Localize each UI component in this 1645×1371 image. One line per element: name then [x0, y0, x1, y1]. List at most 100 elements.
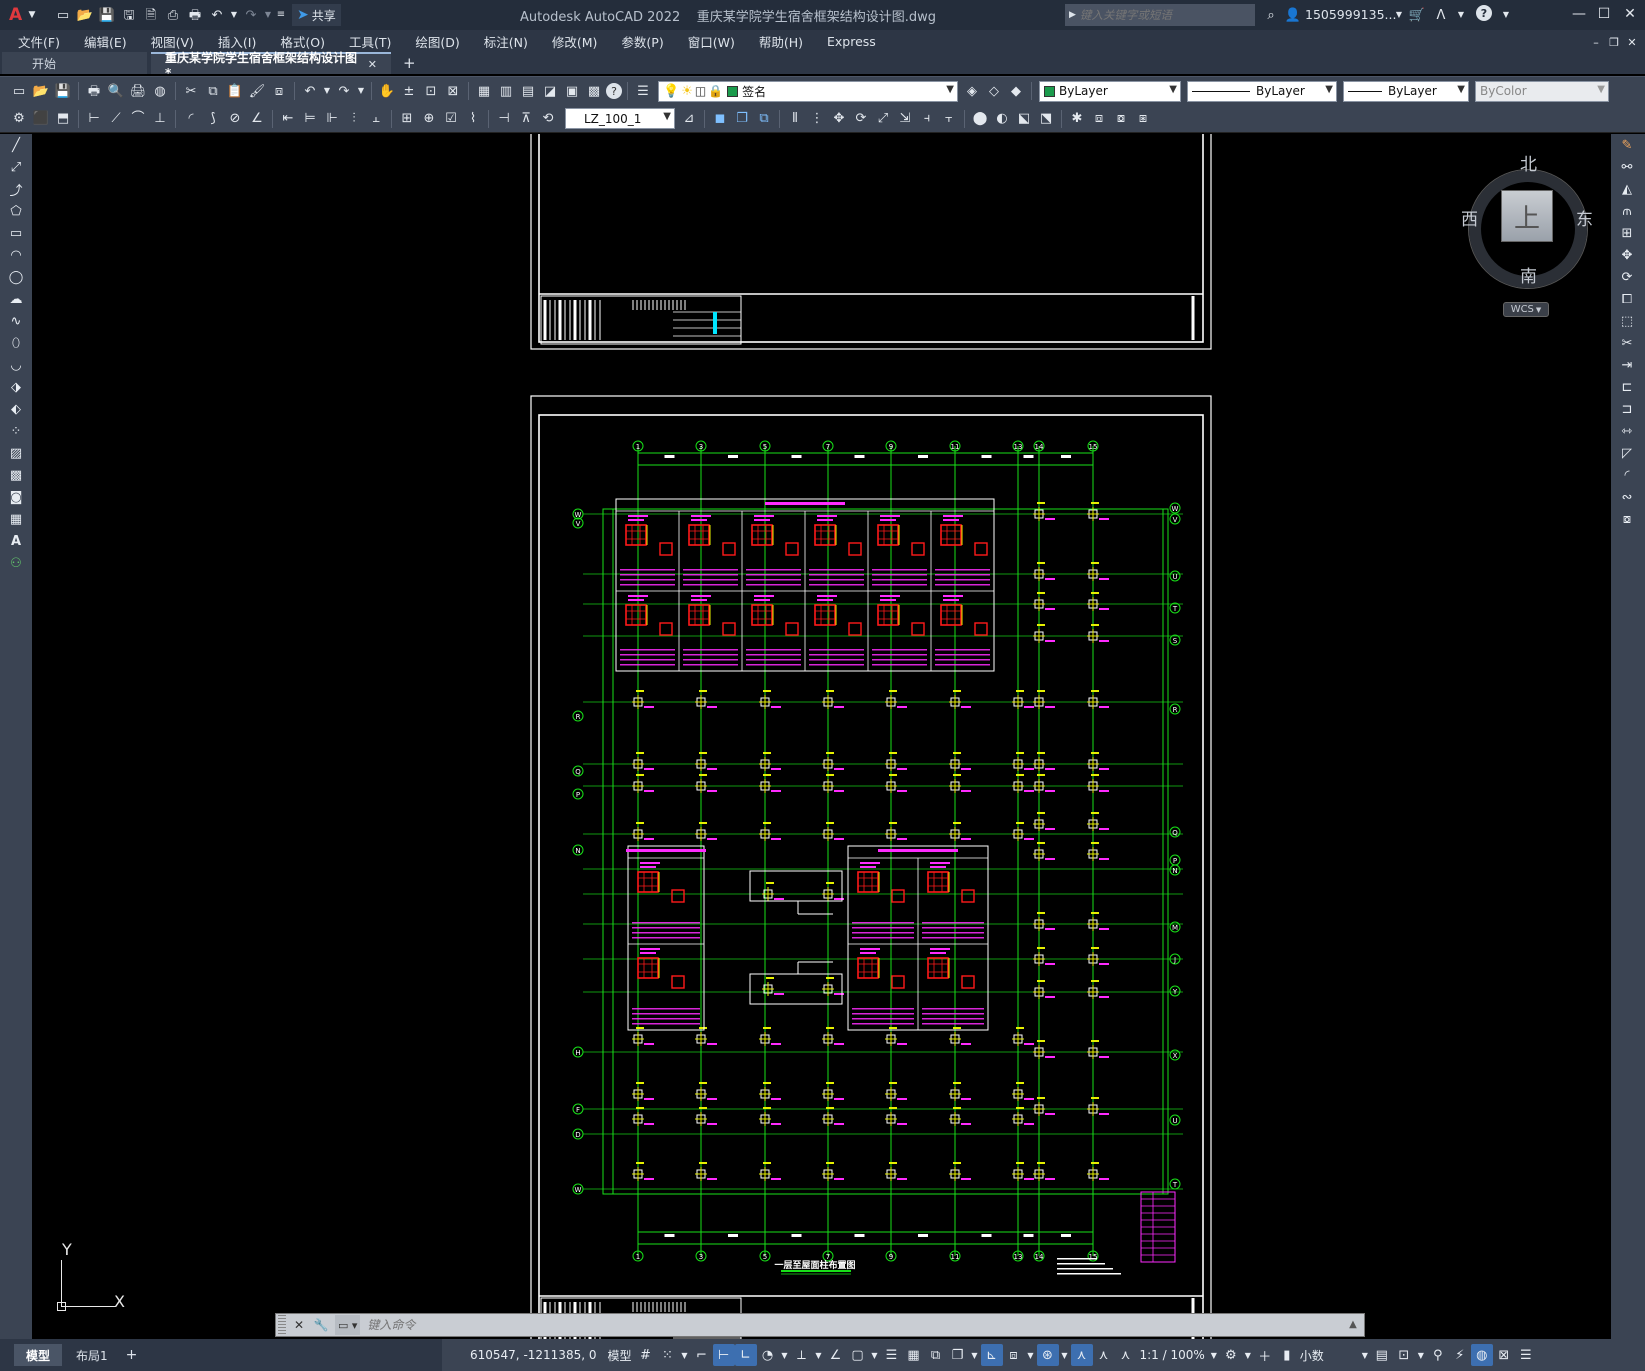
tool-palettes-icon[interactable]: ▤	[518, 81, 538, 101]
polar-icon[interactable]: ◔	[757, 1344, 779, 1366]
modify-chamfer-icon[interactable]: ⬕	[1014, 109, 1034, 129]
workspace-dropdown-icon[interactable]: ▼	[1242, 1344, 1254, 1366]
block-icon[interactable]: ⬛	[31, 109, 51, 129]
jogged-linear-icon[interactable]: ⌇	[463, 109, 483, 129]
customization-icon[interactable]: ⊠	[1493, 1344, 1515, 1366]
redo-dropdown-icon[interactable]: ▼	[263, 5, 273, 25]
modify-array-icon[interactable]: ⋮	[807, 109, 827, 129]
inspection-icon[interactable]: ☑	[441, 109, 461, 129]
group-icon[interactable]: ⧇	[1111, 109, 1131, 129]
array-icon[interactable]: ⊞	[1611, 222, 1643, 244]
blend-curves-icon[interactable]: ∾	[1611, 486, 1643, 508]
center-mark-icon[interactable]: ⊕	[419, 109, 439, 129]
zoom-previous-icon[interactable]: ⊠	[443, 81, 463, 101]
layout-tab-model[interactable]: 模型	[14, 1344, 63, 1366]
revision-cloud-icon[interactable]: ☁	[0, 288, 32, 310]
grid-icon[interactable]: #	[635, 1344, 657, 1366]
help-dropdown-icon[interactable]: ▼	[1496, 5, 1516, 25]
point-icon[interactable]: ⁘	[0, 420, 32, 442]
zoom-realtime-icon[interactable]: ±	[399, 81, 419, 101]
dim-space-icon[interactable]: ⫶	[344, 109, 364, 129]
add-selected-icon[interactable]: ⚇	[0, 552, 32, 574]
clean-screen-icon[interactable]: ◍	[1470, 1344, 1493, 1366]
rectangle-icon[interactable]: ▭	[0, 222, 32, 244]
erase-icon[interactable]: ✎	[1611, 134, 1643, 156]
cmd-customize-icon[interactable]: 🔧	[311, 1315, 331, 1335]
ungroup-icon[interactable]: ⧆	[1133, 109, 1153, 129]
dimstyle-manager-icon[interactable]: ⊿	[679, 109, 699, 129]
menu-window[interactable]: 窗口(W)	[676, 32, 747, 51]
plot-icon[interactable]: 🖶	[185, 5, 205, 25]
cmd-recent-dropdown[interactable]: ▭ ▾	[335, 1315, 361, 1335]
ellipse-arc-icon[interactable]: ◡	[0, 354, 32, 376]
spline-icon[interactable]: ∿	[0, 310, 32, 332]
dim-baseline-icon[interactable]: ⊨	[300, 109, 320, 129]
cmd-grip-icon[interactable]	[278, 1315, 286, 1335]
modify-fillet-icon[interactable]: ⬔	[1036, 109, 1056, 129]
copy-icon[interactable]: ⧉	[203, 81, 223, 101]
menu-help[interactable]: 帮助(H)	[747, 32, 815, 51]
coordinates-readout[interactable]: 610547, -1211385, 0	[470, 1348, 596, 1362]
tab-close-icon[interactable]: ✕	[368, 58, 377, 71]
qnew-icon[interactable]: ▭	[9, 81, 29, 101]
construction-line-icon[interactable]: ⤢	[0, 156, 32, 178]
a360-dropdown-icon[interactable]: ▼	[1451, 5, 1471, 25]
modify-rotate-icon[interactable]: ⟳	[851, 109, 871, 129]
modify-scale-icon[interactable]: ⤢	[873, 109, 893, 129]
rotate-icon[interactable]: ⟳	[1611, 266, 1643, 288]
viewcube[interactable]: 北 南 西 东 上 WCS ▼	[1461, 150, 1593, 320]
dim-radius-icon[interactable]: ◜	[181, 109, 201, 129]
viewcube-east[interactable]: 东	[1576, 205, 1593, 230]
insert-block-icon-2[interactable]: ⬗	[0, 376, 32, 398]
arc-icon[interactable]: ◠	[0, 244, 32, 266]
selection-filter-icon[interactable]: ⧈	[1003, 1344, 1025, 1366]
layer-dropdown[interactable]: 💡 ☀ ◫ 🔒 签名 ▼	[658, 80, 958, 102]
markup-icon[interactable]: ▣	[562, 81, 582, 101]
gizmo-dropdown-icon[interactable]: ▼	[1059, 1344, 1071, 1366]
lock-ui-icon[interactable]: ⊡	[1393, 1344, 1415, 1366]
join-icon[interactable]: ⇿	[1611, 420, 1643, 442]
undo-icon[interactable]: ↶	[207, 5, 227, 25]
layout-tab-add-icon[interactable]: +	[126, 1347, 138, 1363]
doc-close-icon[interactable]: ✕	[1622, 32, 1642, 52]
dim-update-icon[interactable]: ⟲	[538, 109, 558, 129]
open-icon[interactable]: 📂	[31, 81, 51, 101]
quickcalc-icon[interactable]: ▩	[584, 81, 604, 101]
menu-express[interactable]: Express	[815, 34, 888, 49]
wcs-menu[interactable]: WCS ▼	[1503, 302, 1549, 317]
autodesk-a360-icon[interactable]: Ʌ	[1431, 5, 1451, 25]
modify-break-icon[interactable]: ⬤	[970, 109, 990, 129]
units-icon[interactable]: ▮	[1276, 1344, 1298, 1366]
redo-icon[interactable]: ↷	[241, 5, 261, 25]
dim-linear-icon[interactable]: ⊢	[84, 109, 104, 129]
menu-dimension[interactable]: 标注(N)	[472, 32, 540, 51]
modify-copy-icon[interactable]: ❐	[732, 109, 752, 129]
isodraft-icon[interactable]: ⟂	[791, 1344, 813, 1366]
color-dropdown[interactable]: ByLayer ▼	[1039, 80, 1181, 102]
layer-states-icon[interactable]: ◆	[1006, 81, 1026, 101]
command-line[interactable]: ✕ 🔧 ▭ ▾ ▲	[275, 1313, 1365, 1337]
copy-object-icon[interactable]: ⚯	[1611, 156, 1643, 178]
zoom-window-icon[interactable]: ⊡	[421, 81, 441, 101]
undo-drop-icon-2[interactable]: ▼	[322, 81, 332, 101]
publish-icon-2[interactable]: 🖨	[128, 81, 148, 101]
draworder-icon[interactable]: ⧈	[1089, 109, 1109, 129]
dim-break-icon[interactable]: ⫠	[366, 109, 386, 129]
workspace-switch-icon[interactable]: ⚙	[1220, 1344, 1242, 1366]
cmd-history-icon[interactable]: ▲	[1343, 1315, 1363, 1335]
cmd-close-icon[interactable]: ✕	[289, 1315, 309, 1335]
tab-start[interactable]: 开始	[2, 52, 147, 74]
customize-quick-access-icon[interactable]: ≡	[275, 5, 287, 25]
lineweight-dropdown[interactable]: ByLayer ▼	[1343, 80, 1469, 102]
viewcube-south[interactable]: 南	[1520, 262, 1537, 287]
annotation-scale-value[interactable]: 1:1 / 100%	[1140, 1348, 1205, 1362]
plot-icon-2[interactable]: 🖶	[84, 81, 104, 101]
dimstyle-dropdown[interactable]: LZ_100_1 ▼	[565, 108, 675, 129]
chamfer-icon[interactable]: ◸	[1611, 442, 1643, 464]
break-at-point-icon[interactable]: ⊏	[1611, 376, 1643, 398]
close-icon[interactable]: ✕	[1620, 4, 1640, 24]
quick-dim-icon[interactable]: ⇤	[278, 109, 298, 129]
help-icon-2[interactable]: ?	[606, 83, 622, 99]
layer-properties-icon[interactable]: ☰	[633, 81, 653, 101]
polar-dropdown-icon[interactable]: ▼	[779, 1344, 791, 1366]
